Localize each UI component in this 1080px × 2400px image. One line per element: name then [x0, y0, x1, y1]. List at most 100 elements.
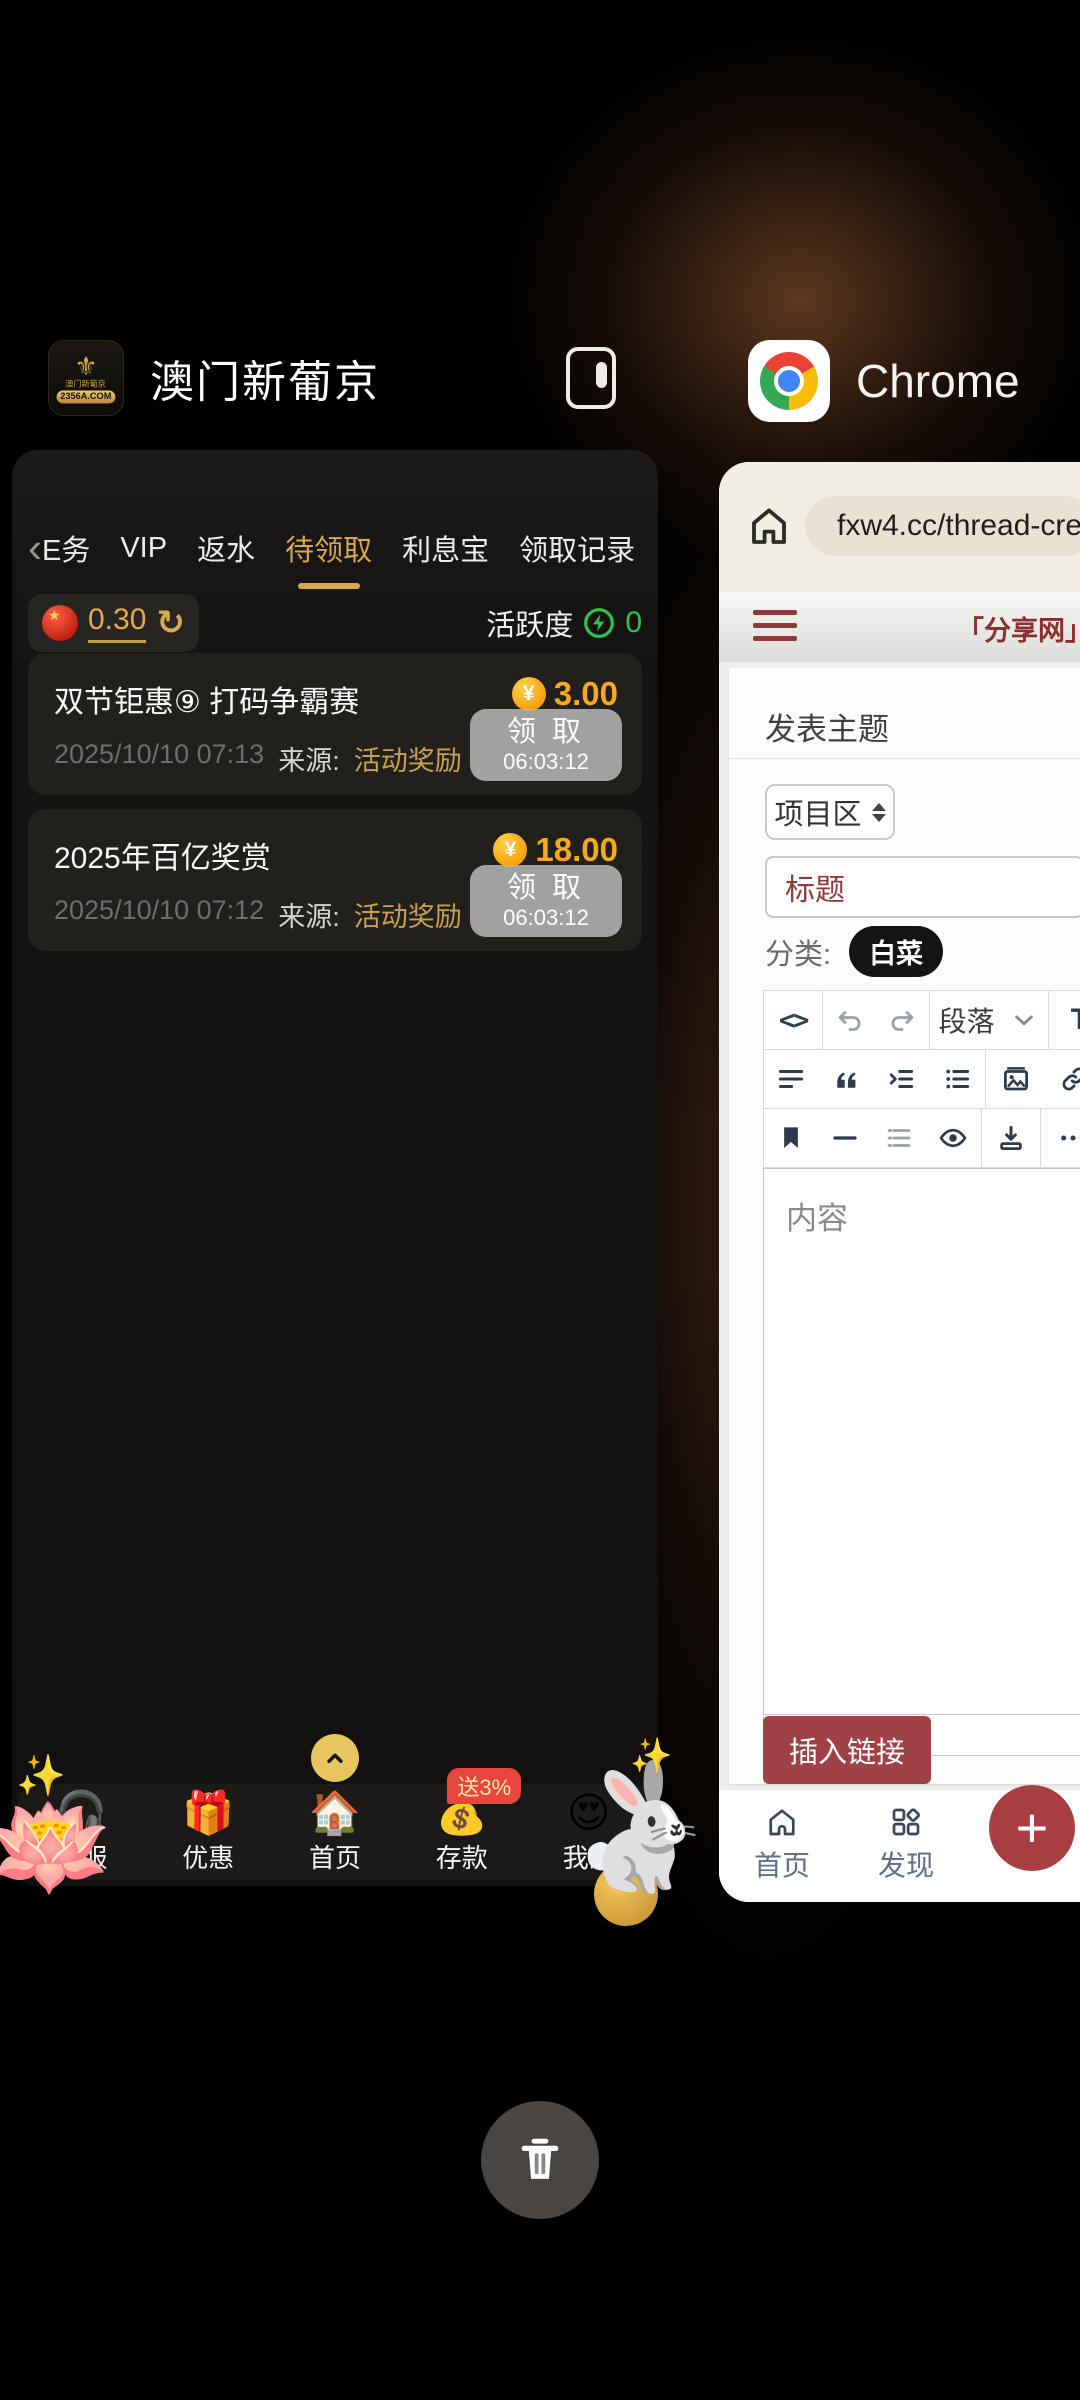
forum-select[interactable]: 项目区	[765, 784, 895, 840]
casino-app-card[interactable]: ‹ E务 VIP 返水 待领取 利息宝 领取记录 ★ 0.30 ↻ 活跃度 0	[12, 450, 658, 1886]
insert-link-button[interactable]: 插入链接	[763, 1716, 931, 1784]
reward-amount: ¥ 18.00	[493, 831, 618, 869]
ellipsis-icon	[1057, 1122, 1080, 1154]
bullet-list-icon	[942, 1064, 972, 1094]
select-arrows-icon	[872, 803, 886, 822]
title-placeholder: 标题	[785, 865, 845, 909]
site-bottom-nav: 首页 发现 +	[719, 1789, 1080, 1902]
china-flag-icon: ★	[42, 605, 78, 641]
refresh-icon[interactable]: ↻	[156, 608, 185, 638]
url-bar[interactable]: fxw4.cc/thread-create	[805, 496, 1080, 556]
insert-link-button-toolbar[interactable]	[1045, 1050, 1080, 1108]
image-icon	[1001, 1064, 1031, 1094]
reward-date: 2025/10/10 07:12	[54, 895, 264, 934]
site-nav-discover[interactable]: 发现	[851, 1804, 961, 1884]
align-left-button[interactable]	[764, 1050, 819, 1108]
house-icon: 🏠	[309, 1790, 361, 1836]
link-icon	[1059, 1064, 1080, 1094]
redo-icon	[887, 1005, 917, 1035]
content-editor[interactable]: 内容 P	[763, 1168, 1080, 1756]
chevron-up-icon	[322, 1745, 348, 1771]
claim-button[interactable]: 领 取 06:03:12	[470, 709, 622, 781]
casino-app-icon: ⚜ 澳门新葡京 2356A.COM	[48, 340, 124, 416]
chrome-app-header[interactable]: Chrome	[748, 340, 1020, 422]
category-label: 分类:	[765, 931, 831, 973]
divider	[729, 758, 1080, 759]
undo-icon	[835, 1005, 865, 1035]
collapse-nav-button[interactable]	[311, 1734, 359, 1782]
tab-rebate[interactable]: 返水	[197, 527, 255, 569]
code-view-button[interactable]: <>	[764, 991, 823, 1049]
site-brand: 「分享网」 项	[957, 609, 1080, 648]
nav-item-deposit[interactable]: 送3% 💰 存款	[398, 1784, 525, 1880]
outline-list-button[interactable]	[872, 1109, 926, 1167]
activity-value: 0	[625, 606, 642, 640]
url-text: fxw4.cc/thread-create	[837, 509, 1080, 543]
horizontal-rule-icon	[830, 1123, 860, 1153]
clear-all-button[interactable]	[481, 2101, 599, 2219]
preview-button[interactable]	[926, 1109, 983, 1167]
chrome-app-title: Chrome	[856, 354, 1020, 408]
chrome-app-icon	[748, 340, 830, 422]
category-tag[interactable]: 白菜	[849, 926, 943, 977]
home-icon[interactable]	[745, 502, 793, 550]
bookmark-icon	[776, 1123, 806, 1153]
lightning-icon	[583, 607, 615, 639]
claim-countdown: 06:03:12	[503, 905, 589, 930]
trash-icon	[511, 2131, 569, 2189]
deposit-bonus-badge: 送3%	[447, 1768, 521, 1804]
tab-interest[interactable]: 利息宝	[402, 527, 489, 569]
recents-overview-screen: ⚜ 澳门新葡京 2356A.COM 澳门新葡京 Chrome ‹ E务 VIP …	[0, 0, 1080, 2400]
reward-amount: ¥ 3.00	[512, 675, 618, 713]
nav-item-promos[interactable]: 🎁 优惠	[145, 1784, 272, 1880]
gift-icon: 🎁	[182, 1790, 234, 1836]
lotus-decoration: 🪷	[0, 1796, 114, 1900]
horizontal-rule-button[interactable]	[818, 1109, 872, 1167]
balance-pill[interactable]: ★ 0.30 ↻	[28, 594, 199, 652]
more-options-button[interactable]	[1041, 1109, 1080, 1167]
paragraph-dropdown[interactable]: 段落	[930, 991, 1049, 1049]
rewards-tab-bar: ‹ E务 VIP 返水 待领取 利息宝 领取记录	[12, 506, 658, 590]
coin-icon: ¥	[493, 833, 527, 867]
bookmark-button[interactable]	[764, 1109, 818, 1167]
activity-indicator: 活跃度 0	[486, 602, 642, 644]
nav-item-home[interactable]: 🏠 首页	[272, 1784, 399, 1880]
redo-button[interactable]	[876, 991, 930, 1049]
new-thread-fab[interactable]: +	[989, 1785, 1075, 1871]
tab-vip[interactable]: VIP	[120, 532, 167, 565]
reward-title: 双节钜惠⑨ 打码争霸赛	[54, 677, 359, 721]
undo-button[interactable]	[823, 991, 876, 1049]
reward-source: 活动奖励	[354, 895, 462, 934]
tab-task[interactable]: E务	[42, 527, 90, 569]
insert-image-button[interactable]	[986, 1050, 1045, 1108]
download-icon	[996, 1123, 1026, 1153]
floating-window-icon[interactable]	[566, 347, 616, 409]
hamburger-menu-icon[interactable]	[753, 610, 797, 641]
format-button-partial[interactable]: T	[1049, 991, 1080, 1049]
claim-button[interactable]: 领 取 06:03:12	[470, 865, 622, 937]
claim-countdown: 06:03:12	[503, 749, 589, 774]
tab-pending-rewards[interactable]: 待领取	[285, 527, 372, 569]
tab-claim-history[interactable]: 领取记录	[519, 527, 635, 569]
title-input[interactable]: 标题	[765, 856, 1080, 918]
back-chevron-icon[interactable]: ‹	[28, 527, 42, 569]
casino-app-title: 澳门新葡京	[150, 346, 380, 410]
align-left-icon	[776, 1064, 806, 1094]
site-nav-home[interactable]: 首页	[727, 1804, 837, 1884]
quote-icon	[831, 1064, 861, 1094]
indent-button[interactable]	[874, 1050, 929, 1108]
reward-date: 2025/10/10 07:13	[54, 739, 264, 778]
coin-icon: ¥	[512, 677, 546, 711]
reward-card: 双节钜惠⑨ 打码争霸赛 ¥ 3.00 2025/10/10 07:13 来源: …	[28, 653, 642, 795]
bullet-list-button[interactable]	[928, 1050, 986, 1108]
content-placeholder[interactable]: 内容	[764, 1169, 1080, 1714]
chrome-app-card[interactable]: fxw4.cc/thread-create 「分享网」 项 发表主题 项目区 标…	[719, 462, 1080, 1902]
download-button[interactable]	[982, 1109, 1041, 1167]
chevron-down-icon	[1009, 1005, 1039, 1035]
casino-app-header[interactable]: ⚜ 澳门新葡京 2356A.COM 澳门新葡京	[48, 332, 628, 424]
editor-toolbar: <> 段落 T	[763, 990, 1080, 1168]
chrome-toolbar: fxw4.cc/thread-create	[719, 462, 1080, 592]
grid-icon	[888, 1804, 924, 1840]
blockquote-button[interactable]	[819, 1050, 874, 1108]
indent-icon	[886, 1064, 916, 1094]
